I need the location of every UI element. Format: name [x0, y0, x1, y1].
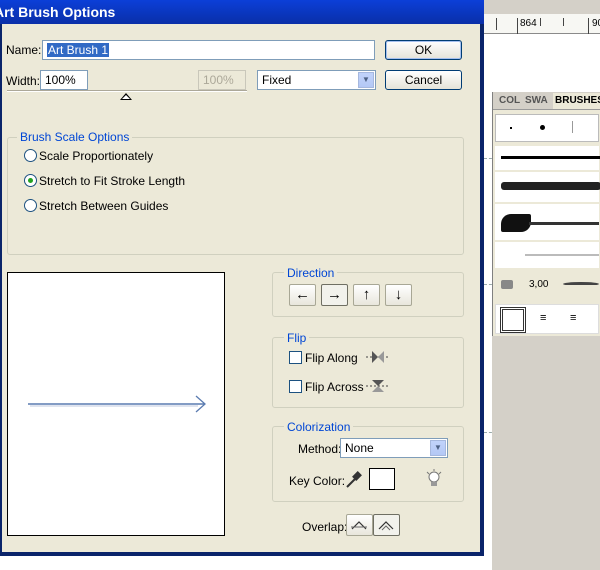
stretch-between-guides-label[interactable]: Stretch Between Guides	[39, 199, 168, 213]
brush-stroke-row[interactable]	[495, 146, 600, 170]
chevron-down-icon[interactable]: ▼	[358, 72, 374, 88]
stroke-weight: 3,00	[529, 279, 549, 290]
dialog-title-bar[interactable]: Art Brush Options	[0, 0, 484, 24]
key-color-swatch[interactable]	[369, 468, 395, 490]
tab-swatches[interactable]: SWA	[523, 93, 550, 109]
width-variation-input: 100%	[198, 70, 246, 90]
direction-legend: Direction	[284, 266, 338, 280]
dialog-client-area: Name: Art Brush 1 OK Cancel Width: 100% …	[2, 24, 480, 552]
name-input-value: Art Brush 1	[47, 43, 110, 57]
calligraphic-brushes-row[interactable]	[495, 114, 599, 142]
scale-proportionately-label[interactable]: Scale Proportionately	[39, 149, 153, 163]
flip-group	[272, 337, 464, 408]
stretch-to-fit-label[interactable]: Stretch to Fit Stroke Length	[39, 174, 185, 188]
brush-charcoal-row[interactable]	[495, 172, 600, 202]
brush-library-icon[interactable]	[501, 280, 513, 289]
overlap-icon	[351, 521, 367, 530]
brush-preview	[7, 272, 225, 536]
pattern-brushes-row[interactable]: ≡ ≡	[495, 304, 599, 334]
radio-stretch-between-guides[interactable]	[24, 199, 37, 212]
width-mode-value: Fixed	[262, 73, 292, 87]
tab-color[interactable]: COL	[497, 93, 522, 109]
flip-across-label[interactable]: Flip Across	[305, 380, 364, 394]
width-slider-track[interactable]	[7, 90, 247, 92]
method-value: None	[345, 441, 374, 455]
stroke-weight-row[interactable]: 3,00	[495, 274, 599, 300]
width-input[interactable]: 100%	[40, 70, 88, 90]
horizontal-ruler: 864 90	[484, 14, 600, 34]
panel-dock-empty	[492, 336, 600, 570]
name-label: Name:	[6, 43, 42, 57]
direction-up-button[interactable]: ↑	[353, 284, 380, 306]
overlap-option-2-button[interactable]	[373, 514, 400, 536]
overlap-icon	[378, 521, 394, 531]
overlap-label: Overlap:	[302, 520, 348, 534]
brush-scale-options-legend: Brush Scale Options	[17, 130, 133, 144]
method-label: Method:	[298, 442, 342, 456]
lightbulb-tips-icon[interactable]	[426, 469, 442, 489]
brush-ornament-row[interactable]	[495, 204, 599, 240]
key-color-label: Key Color:	[289, 474, 346, 488]
brushes-panel: COL SWA BRUSHES 3,00 ≡ ≡	[492, 92, 600, 336]
flip-across-icon	[366, 380, 390, 392]
chevron-down-icon[interactable]: ▼	[430, 440, 446, 456]
flip-along-icon	[366, 351, 390, 363]
brush-taper-row[interactable]	[495, 242, 599, 268]
preview-stroke-arrow	[28, 395, 206, 413]
flip-along-checkbox[interactable]	[289, 351, 302, 364]
width-label: Width:	[6, 74, 41, 88]
ruler-number: 864	[520, 18, 537, 29]
eyedropper-icon[interactable]	[344, 470, 362, 490]
direction-left-button[interactable]: ←	[289, 284, 316, 306]
radio-stretch-to-fit[interactable]	[24, 174, 37, 187]
direction-right-button[interactable]: →	[321, 284, 348, 306]
flip-across-checkbox[interactable]	[289, 380, 302, 393]
width-mode-select[interactable]: Fixed ▼	[257, 70, 376, 90]
flip-along-label[interactable]: Flip Along	[305, 351, 358, 365]
method-select[interactable]: None ▼	[340, 438, 448, 458]
dialog-title: Art Brush Options	[0, 4, 116, 20]
name-input[interactable]: Art Brush 1	[42, 40, 375, 60]
cancel-button[interactable]: Cancel	[385, 70, 462, 90]
ruler-number: 90	[592, 18, 600, 29]
panel-tab-strip: COL SWA BRUSHES	[493, 92, 600, 110]
flip-legend: Flip	[284, 331, 310, 345]
colorization-legend: Colorization	[284, 420, 354, 434]
ok-button[interactable]: OK	[385, 40, 462, 60]
radio-scale-proportionately[interactable]	[24, 149, 37, 162]
direction-down-button[interactable]: ↓	[385, 284, 412, 306]
tab-brushes[interactable]: BRUSHES	[553, 93, 600, 109]
overlap-option-1-button[interactable]	[346, 514, 373, 536]
